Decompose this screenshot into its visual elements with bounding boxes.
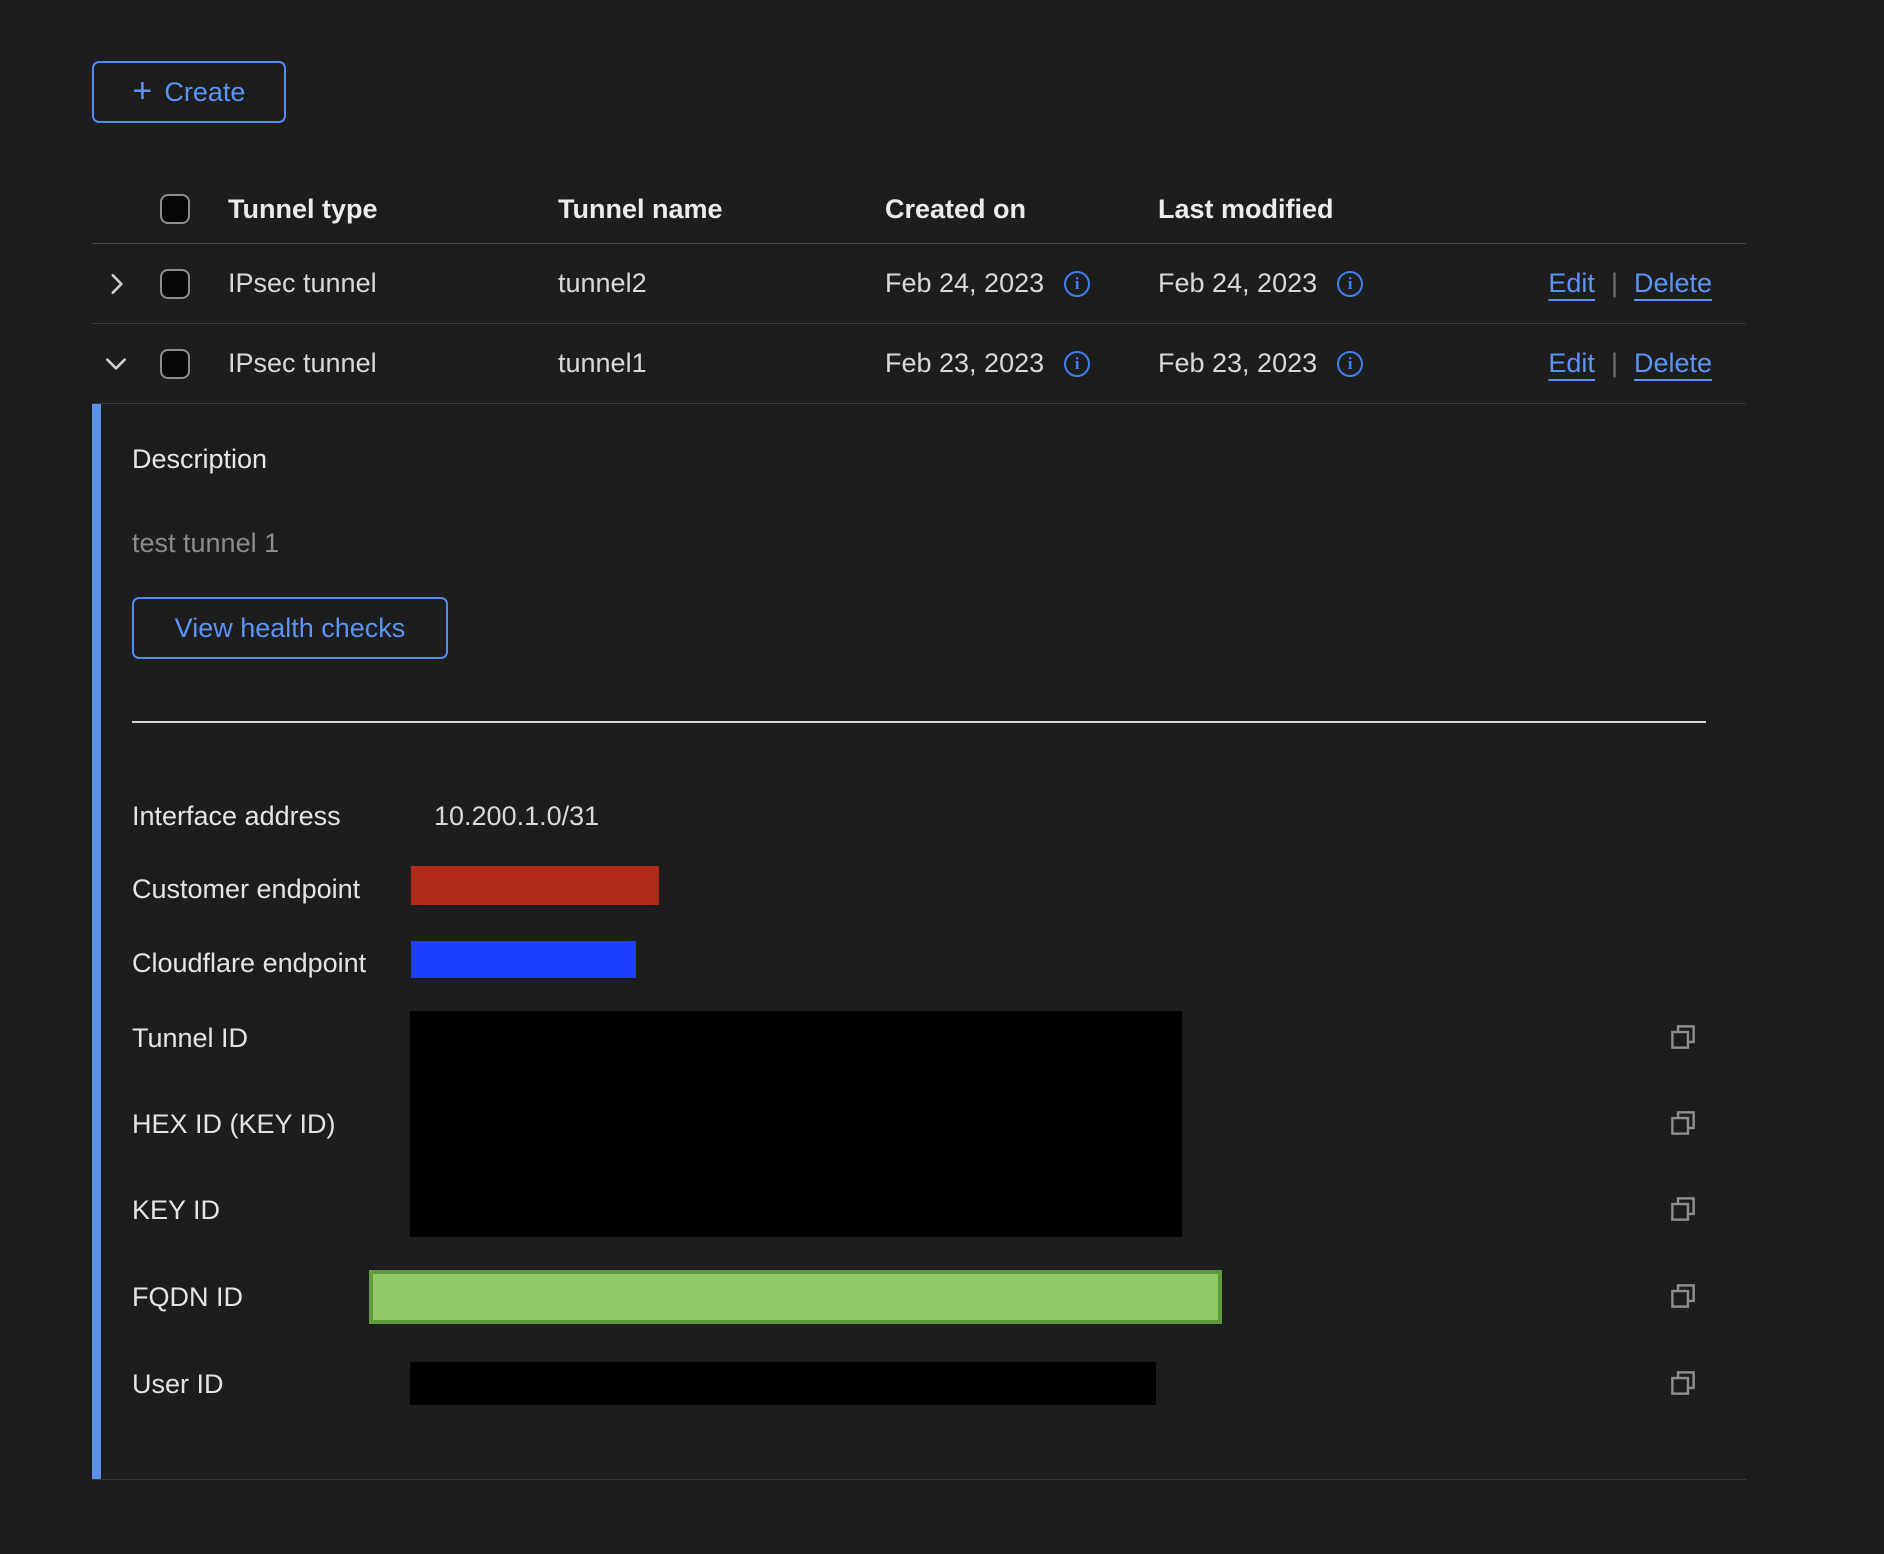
create-button-label: Create xyxy=(164,77,245,108)
section-divider xyxy=(132,721,1706,723)
table-row-tunnel1: IPsec tunnel tunnel1 Feb 23, 2023 i Feb … xyxy=(92,324,1746,404)
chevron-right-icon xyxy=(103,271,129,297)
tunnel-type-value: IPsec tunnel xyxy=(216,348,546,379)
plus-icon: + xyxy=(133,74,153,108)
tunnels-page: + Create Tunnel type Tunnel name Created… xyxy=(0,0,1884,1554)
tunnel-detail-panel: Description test tunnel 1 View health ch… xyxy=(92,404,1746,1480)
tunnel-id-label: Tunnel ID xyxy=(132,1022,248,1054)
user-id-redacted-value xyxy=(410,1362,1156,1405)
delete-link[interactable]: Delete xyxy=(1634,268,1712,299)
tunnels-table: Tunnel type Tunnel name Created on Last … xyxy=(92,175,1746,1480)
cloudflare-endpoint-redacted-value xyxy=(411,941,636,978)
expansion-indicator-bar xyxy=(92,404,101,1479)
table-row-tunnel2: IPsec tunnel tunnel2 Feb 24, 2023 i Feb … xyxy=(92,244,1746,324)
edit-link[interactable]: Edit xyxy=(1548,268,1595,299)
interface-address-value: 10.200.1.0/31 xyxy=(434,800,599,832)
customer-endpoint-redacted-value xyxy=(411,866,659,905)
fqdn-id-label: FQDN ID xyxy=(132,1281,243,1313)
cloudflare-endpoint-label: Cloudflare endpoint xyxy=(132,947,366,979)
copy-icon xyxy=(1666,1279,1700,1313)
copy-user-id-button[interactable] xyxy=(1666,1366,1700,1400)
last-modified-value: Feb 23, 2023 xyxy=(1158,348,1317,379)
view-health-checks-button[interactable]: View health checks xyxy=(132,597,448,659)
copy-icon xyxy=(1666,1366,1700,1400)
action-separator: | xyxy=(1611,268,1618,299)
create-button[interactable]: + Create xyxy=(92,61,286,123)
user-id-label: User ID xyxy=(132,1368,224,1400)
header-tunnel-name: Tunnel name xyxy=(546,194,873,225)
last-modified-value: Feb 24, 2023 xyxy=(1158,268,1317,299)
created-on-value: Feb 24, 2023 xyxy=(885,268,1044,299)
table-header-row: Tunnel type Tunnel name Created on Last … xyxy=(92,175,1746,244)
info-icon[interactable]: i xyxy=(1064,271,1090,297)
collapse-row-button[interactable] xyxy=(99,347,133,381)
customer-endpoint-label: Customer endpoint xyxy=(132,873,360,905)
description-label: Description xyxy=(132,444,267,475)
key-id-label: KEY ID xyxy=(132,1194,220,1226)
copy-icon xyxy=(1666,1020,1700,1054)
copy-tunnel-id-button[interactable] xyxy=(1666,1020,1700,1054)
info-icon[interactable]: i xyxy=(1337,271,1363,297)
created-on-value: Feb 23, 2023 xyxy=(885,348,1044,379)
copy-key-id-button[interactable] xyxy=(1666,1192,1700,1226)
action-separator: | xyxy=(1611,348,1618,379)
row-checkbox[interactable] xyxy=(160,269,190,299)
delete-link[interactable]: Delete xyxy=(1634,348,1712,379)
header-created-on: Created on xyxy=(873,194,1146,225)
edit-link[interactable]: Edit xyxy=(1548,348,1595,379)
chevron-down-icon xyxy=(103,351,129,377)
description-value: test tunnel 1 xyxy=(132,528,279,559)
copy-icon xyxy=(1666,1192,1700,1226)
expand-row-button[interactable] xyxy=(99,267,133,301)
tunnel-name-value: tunnel1 xyxy=(546,348,873,379)
fqdn-id-redacted-value xyxy=(369,1270,1222,1324)
info-icon[interactable]: i xyxy=(1064,351,1090,377)
row-checkbox[interactable] xyxy=(160,349,190,379)
header-tunnel-type: Tunnel type xyxy=(216,194,546,225)
copy-hex-id-button[interactable] xyxy=(1666,1106,1700,1140)
header-last-modified: Last modified xyxy=(1146,194,1430,225)
tunnel-name-value: tunnel2 xyxy=(546,268,873,299)
interface-address-label: Interface address xyxy=(132,800,341,832)
select-all-checkbox[interactable] xyxy=(160,194,190,224)
copy-fqdn-id-button[interactable] xyxy=(1666,1279,1700,1313)
info-icon[interactable]: i xyxy=(1337,351,1363,377)
copy-icon xyxy=(1666,1106,1700,1140)
ids-redacted-value-block xyxy=(410,1011,1182,1237)
hex-id-label: HEX ID (KEY ID) xyxy=(132,1108,336,1140)
tunnel-type-value: IPsec tunnel xyxy=(216,268,546,299)
